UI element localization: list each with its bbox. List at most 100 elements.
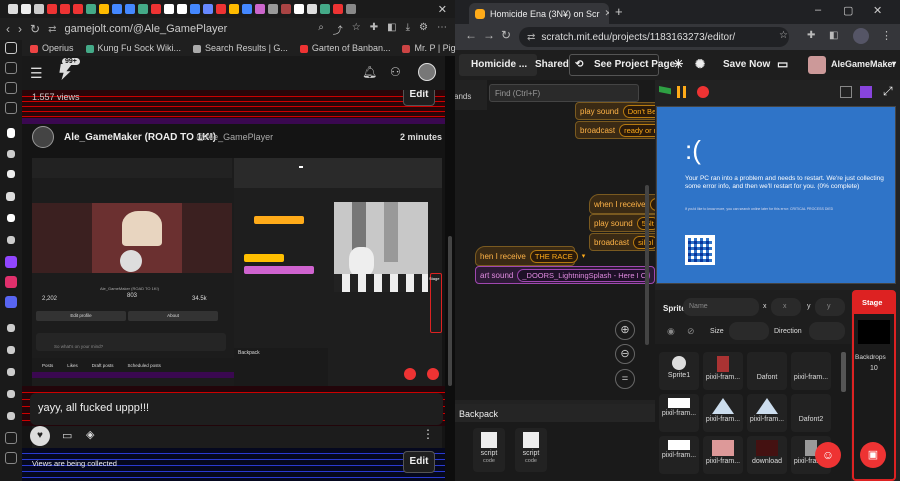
- site-info-icon[interactable]: ⇄: [48, 24, 56, 35]
- app-icon[interactable]: [7, 324, 15, 332]
- sprite-thumb[interactable]: pixil-fram...: [747, 394, 787, 432]
- like-icon[interactable]: ♥: [30, 426, 50, 446]
- hidden-eye-icon[interactable]: ⊘: [687, 326, 695, 337]
- reload-icon[interactable]: ↻: [30, 22, 40, 36]
- app-icon[interactable]: [7, 412, 15, 420]
- tab-favicon-icon[interactable]: [177, 4, 187, 14]
- fullscreen-icon[interactable]: ⤢: [883, 84, 893, 99]
- sprite-direction-input[interactable]: [809, 322, 845, 340]
- tab-favicon-icon[interactable]: [268, 4, 278, 14]
- addons-icon[interactable]: ✺: [695, 57, 705, 71]
- friends-icon[interactable]: ⚇: [390, 65, 401, 79]
- sprite-thumb[interactable]: pixil-fram...: [703, 436, 743, 474]
- tab-favicon-icon[interactable]: [281, 4, 291, 14]
- sprite-thumb[interactable]: pixil-fram...: [703, 394, 743, 432]
- close-window-icon[interactable]: ✕: [873, 4, 882, 17]
- back-icon[interactable]: ←: [465, 28, 477, 42]
- star-icon[interactable]: ☆: [352, 22, 361, 37]
- close-window-icon[interactable]: ✕: [438, 3, 447, 16]
- tab-favicon-icon[interactable]: [21, 4, 31, 14]
- stop-icon[interactable]: [697, 86, 709, 98]
- theme-icon[interactable]: ☀: [673, 57, 684, 71]
- hamburger-menu-icon[interactable]: ☰: [30, 65, 43, 82]
- sprite-thumb[interactable]: Dafont: [747, 352, 787, 390]
- tab-favicon-icon[interactable]: [125, 4, 135, 14]
- tab-favicon-icon[interactable]: [229, 4, 239, 14]
- reload-icon[interactable]: ↻: [501, 28, 511, 42]
- broadcast-block[interactable]: broadcast ready or n: [575, 121, 655, 139]
- chevron-down-icon[interactable]: ▾: [582, 252, 586, 260]
- avatar[interactable]: [418, 63, 436, 81]
- extension-icon[interactable]: ✚: [370, 22, 378, 37]
- author-avatar[interactable]: [32, 126, 54, 148]
- save-now-button[interactable]: Save Now: [723, 59, 770, 70]
- bookmark-item[interactable]: Garten of Banban...: [299, 43, 390, 53]
- green-flag-icon[interactable]: [659, 86, 671, 95]
- when-receive-hat-block[interactable]: hen I receive THE RACE ▾: [475, 246, 585, 266]
- edit-button[interactable]: Edit: [403, 90, 435, 106]
- my-stuff-icon[interactable]: ▭: [777, 57, 788, 71]
- forward-icon[interactable]: →: [483, 28, 495, 42]
- sprite-thumb[interactable]: pixil-fram...: [659, 394, 699, 432]
- tab-favicon-icon[interactable]: [151, 4, 161, 14]
- sprite-thumb[interactable]: pixil-fram...: [791, 352, 831, 390]
- home-icon[interactable]: [5, 42, 17, 54]
- menu-dots-icon[interactable]: ⋯: [437, 22, 447, 37]
- sprite-thumb[interactable]: Sprite1: [659, 352, 699, 390]
- app-icon[interactable]: [7, 128, 15, 138]
- start-sound-block[interactable]: art sound _DOORS_LightningSplash - Here …: [475, 266, 655, 284]
- tab-favicon-icon[interactable]: [99, 4, 109, 14]
- bookmark-item[interactable]: Mr. P | Piggy Wiki...: [402, 43, 455, 53]
- sounds-tab-fragment[interactable]: ands: [455, 92, 471, 101]
- bookmark-item[interactable]: Kung Fu Sock Wiki...: [85, 43, 181, 53]
- code-scrollbar[interactable]: [645, 185, 649, 345]
- tab-favicon-icon[interactable]: [333, 4, 343, 14]
- app-icon[interactable]: [7, 346, 15, 354]
- tab-favicon-icon[interactable]: [307, 4, 317, 14]
- large-stage-icon[interactable]: [860, 86, 872, 98]
- settings-sidebar-icon[interactable]: [5, 432, 17, 444]
- backpack-item[interactable]: script code: [473, 428, 505, 472]
- tab-favicon-icon[interactable]: [112, 4, 122, 14]
- tabs-icon[interactable]: [5, 102, 17, 114]
- backpack-item[interactable]: script code: [515, 428, 547, 472]
- tab-favicon-icon[interactable]: [73, 4, 83, 14]
- sprite-size-input[interactable]: [729, 322, 769, 340]
- tab-favicon-icon[interactable]: [190, 4, 200, 14]
- bookmark-item[interactable]: Operius: [30, 43, 74, 53]
- tab-favicon-icon[interactable]: [60, 4, 70, 14]
- add-sprite-button[interactable]: ☺: [815, 442, 841, 468]
- zoom-out-icon[interactable]: ⊖: [615, 344, 635, 364]
- share-icon[interactable]: ⤴: [333, 22, 343, 37]
- instagram-icon[interactable]: [5, 276, 17, 288]
- download-icon[interactable]: ⤓: [406, 22, 410, 37]
- bookmark-item[interactable]: Search Results | G...: [193, 43, 288, 53]
- tab-favicon-icon[interactable]: [34, 4, 44, 14]
- pause-icon[interactable]: [683, 86, 686, 98]
- app-icon[interactable]: [7, 236, 15, 244]
- bell-icon[interactable]: 🔔︎: [362, 65, 377, 79]
- pause-icon[interactable]: [677, 86, 680, 98]
- comment-icon[interactable]: ▭: [62, 429, 72, 442]
- tab-favicon-icon[interactable]: [242, 4, 252, 14]
- site-info-icon[interactable]: ⇄: [527, 32, 535, 43]
- tab-favicon-icon[interactable]: [320, 4, 330, 14]
- author-handle[interactable]: @Ale_GamePlayer: [196, 132, 273, 142]
- tab-favicon-icon[interactable]: [138, 4, 148, 14]
- app-icon[interactable]: [7, 214, 15, 222]
- tab-favicon-icon[interactable]: [346, 4, 356, 14]
- tab-favicon-icon[interactable]: [294, 4, 304, 14]
- zoom-reset-icon[interactable]: =: [615, 369, 635, 389]
- twitch-icon[interactable]: [5, 256, 17, 268]
- search-icon[interactable]: ⌕: [318, 22, 324, 37]
- url-field[interactable]: ⇄ scratch.mit.edu/projects/1183163273/ed…: [519, 27, 789, 47]
- play-sound-block[interactable]: play sound Don't Be: [575, 102, 655, 120]
- app-icon[interactable]: [7, 170, 15, 178]
- zoom-in-icon[interactable]: ⊕: [615, 320, 635, 340]
- left-scrollbar[interactable]: [445, 56, 455, 481]
- discord-icon[interactable]: [5, 296, 17, 308]
- app-icon[interactable]: [6, 192, 15, 201]
- gamejolt-logo-icon[interactable]: [59, 64, 72, 80]
- user-name[interactable]: AleGameMaker: [831, 59, 896, 69]
- minimize-icon[interactable]: –: [815, 4, 821, 16]
